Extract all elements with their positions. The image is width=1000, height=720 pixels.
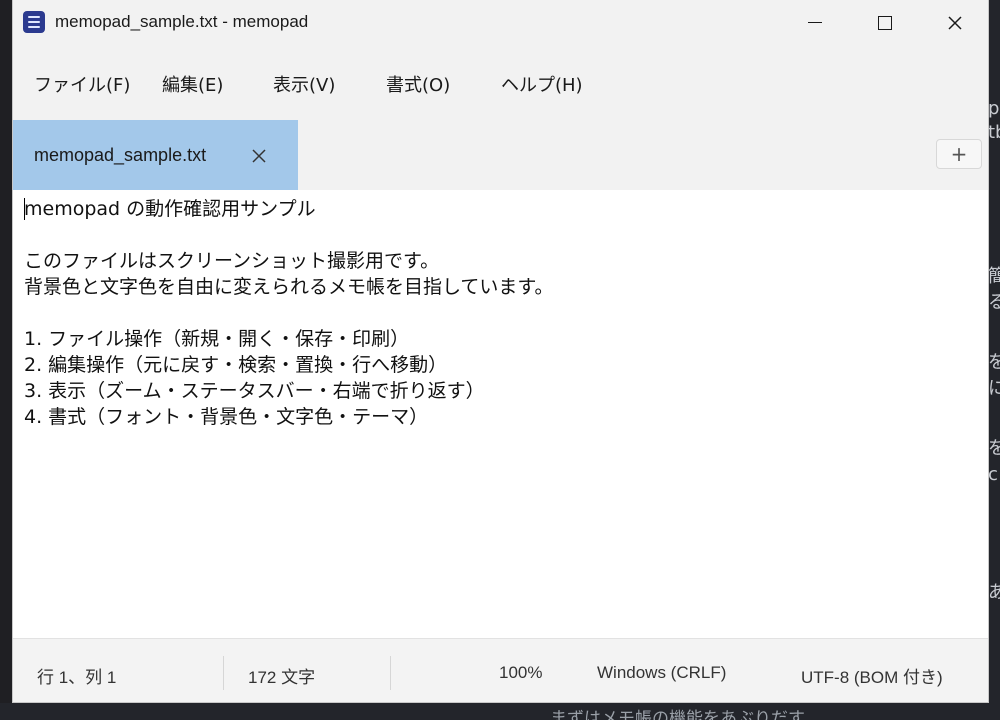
close-icon — [948, 15, 962, 30]
tab-close-icon[interactable] — [250, 147, 268, 165]
minimize-button[interactable] — [780, 0, 850, 45]
menu-format[interactable]: 書式(O) — [386, 71, 450, 97]
new-tab-button[interactable]: + — [936, 139, 982, 169]
maximize-button[interactable] — [850, 0, 920, 45]
tab-memopad-sample[interactable]: memopad_sample.txt — [13, 120, 298, 190]
memopad-window: memopad_sample.txt - memopad ファイル(F) 編集(… — [12, 0, 989, 703]
line-ending[interactable]: Windows (CRLF) — [597, 663, 726, 683]
title-bar[interactable]: memopad_sample.txt - memopad — [13, 0, 988, 45]
editor-line: 2. 編集操作（元に戻す・検索・置換・行へ移動） — [24, 354, 448, 376]
text-editor[interactable]: memopad の動作確認用サンプル このファイルはスクリーンショット撮影用です… — [13, 190, 988, 638]
maximize-icon — [878, 15, 892, 30]
editor-line: 3. 表示（ズーム・ステータスバー・右端で折り返す） — [24, 380, 485, 402]
menu-bar: ファイル(F) 編集(E) 表示(V) 書式(O) ヘルプ(H) — [13, 45, 988, 120]
menu-file[interactable]: ファイル(F) — [34, 71, 130, 97]
background-window: pa tb 簡 る を に を c あ — [988, 0, 1000, 720]
editor-line: 背景色と文字色を自由に変えられるメモ帳を目指しています。 — [24, 276, 554, 298]
zoom-level[interactable]: 100% — [499, 663, 542, 683]
editor-line: memopad の動作確認用サンプル — [24, 198, 316, 220]
editor-line: 1. ファイル操作（新規・開く・保存・印刷） — [24, 328, 410, 350]
notepad-icon — [23, 11, 45, 33]
tab-bar: memopad_sample.txt + — [13, 120, 988, 190]
character-count: 172 文字 — [248, 668, 316, 687]
menu-edit[interactable]: 編集(E) — [162, 71, 223, 97]
editor-line: このファイルはスクリーンショット撮影用です。 — [24, 250, 440, 272]
status-divider — [390, 656, 391, 690]
background-window-bottom: まずはメモ帳の機能をあぶりだす — [0, 703, 1000, 720]
menu-view[interactable]: 表示(V) — [273, 71, 335, 97]
cursor-position[interactable]: 行 1、列 1 — [37, 663, 116, 688]
editor-line: 4. 書式（フォント・背景色・文字色・テーマ） — [24, 406, 429, 428]
close-button[interactable] — [920, 0, 988, 45]
minimize-icon — [808, 22, 822, 23]
encoding[interactable]: UTF-8 (BOM 付き) — [801, 663, 943, 688]
tab-label: memopad_sample.txt — [34, 145, 207, 165]
status-bar: 行 1、列 1 172 文字 100% Windows (CRLF) UTF-8… — [13, 638, 988, 702]
window-title: memopad_sample.txt - memopad — [55, 12, 309, 31]
menu-help[interactable]: ヘルプ(H) — [501, 71, 583, 97]
status-divider — [223, 656, 224, 690]
